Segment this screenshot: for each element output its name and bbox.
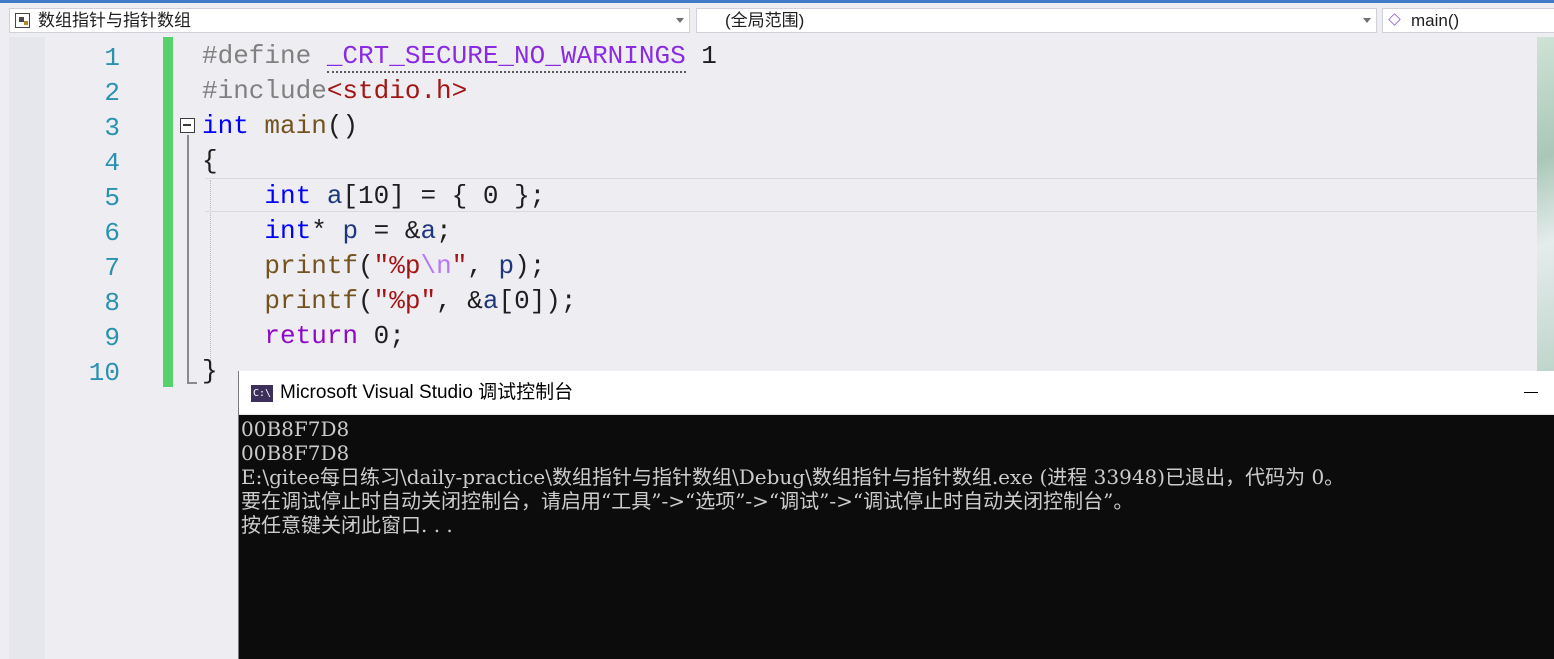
- console-output: 00B8F7D8 00B8F7D8 E:\gitee每日练习\daily-pra…: [241, 417, 1553, 537]
- function-cube-icon: [1388, 13, 1401, 26]
- chevron-down-icon[interactable]: [676, 18, 684, 23]
- scope-dropdown-label: (全局范围): [725, 11, 805, 30]
- editor-navigation-bar: 数组指针与指针数组 (全局范围) main(): [0, 0, 1554, 37]
- line-number: 7: [104, 253, 120, 283]
- line-number: 8: [104, 288, 120, 318]
- minimize-button[interactable]: [1522, 383, 1540, 401]
- code-line-1: #define _CRT_SECURE_NO_WARNINGS 1: [202, 41, 717, 73]
- console-output-line: 要在调试停止时自动关闭控制台，请启用“工具”->“选项”->“调试”->“调试停…: [241, 489, 1134, 513]
- line-number: 9: [104, 323, 120, 353]
- project-dropdown[interactable]: 数组指针与指针数组: [9, 8, 690, 33]
- code-line-2: #include<stdio.h>: [202, 76, 468, 106]
- code-line-3: int main(): [202, 111, 359, 141]
- console-title: Microsoft Visual Studio 调试控制台: [280, 382, 574, 403]
- code-line-5: int a[10] = { 0 };: [264, 181, 546, 211]
- line-number: 4: [104, 148, 120, 178]
- member-dropdown-label: main(): [1411, 11, 1460, 30]
- line-number: 3: [104, 113, 120, 143]
- code-line-6: int* p = &a;: [264, 216, 452, 246]
- scope-dropdown[interactable]: (全局范围): [696, 8, 1377, 33]
- line-number: 6: [104, 218, 120, 248]
- code-line-8: printf("%p", &a[0]);: [264, 286, 577, 316]
- project-icon: [15, 13, 30, 28]
- console-output-line: 按任意键关闭此窗口. . .: [241, 513, 453, 537]
- editor-background-image: [1537, 37, 1554, 382]
- outline-fold-line: [187, 135, 189, 383]
- chevron-down-icon[interactable]: [1363, 18, 1371, 23]
- project-dropdown-label: 数组指针与指针数组: [38, 11, 191, 30]
- collapse-outline-icon[interactable]: [180, 118, 195, 133]
- code-line-9: return 0;: [264, 321, 405, 351]
- console-output-line: E:\gitee每日练习\daily-practice\数组指针与指针数组\De…: [241, 465, 1345, 489]
- console-app-icon: C:\: [251, 385, 273, 402]
- code-line-7: printf("%p\n", p);: [264, 251, 546, 281]
- code-line-10: }: [202, 356, 218, 386]
- console-output-line: 00B8F7D8: [241, 417, 350, 441]
- outline-fold-end: [187, 382, 197, 384]
- code-line-4: {: [202, 146, 218, 176]
- console-output-line: 00B8F7D8: [241, 441, 350, 465]
- debug-console-window[interactable]: C:\ Microsoft Visual Studio 调试控制台 00B8F7…: [238, 371, 1554, 659]
- line-number: 10: [88, 358, 120, 388]
- member-dropdown[interactable]: main(): [1382, 8, 1554, 33]
- line-number: 1: [104, 43, 120, 73]
- change-tracking-bar: [163, 37, 173, 387]
- line-number: 2: [104, 78, 120, 108]
- line-number: 5: [104, 183, 120, 213]
- editor-margin: [9, 37, 45, 659]
- console-title-bar[interactable]: C:\ Microsoft Visual Studio 调试控制台: [239, 371, 1554, 415]
